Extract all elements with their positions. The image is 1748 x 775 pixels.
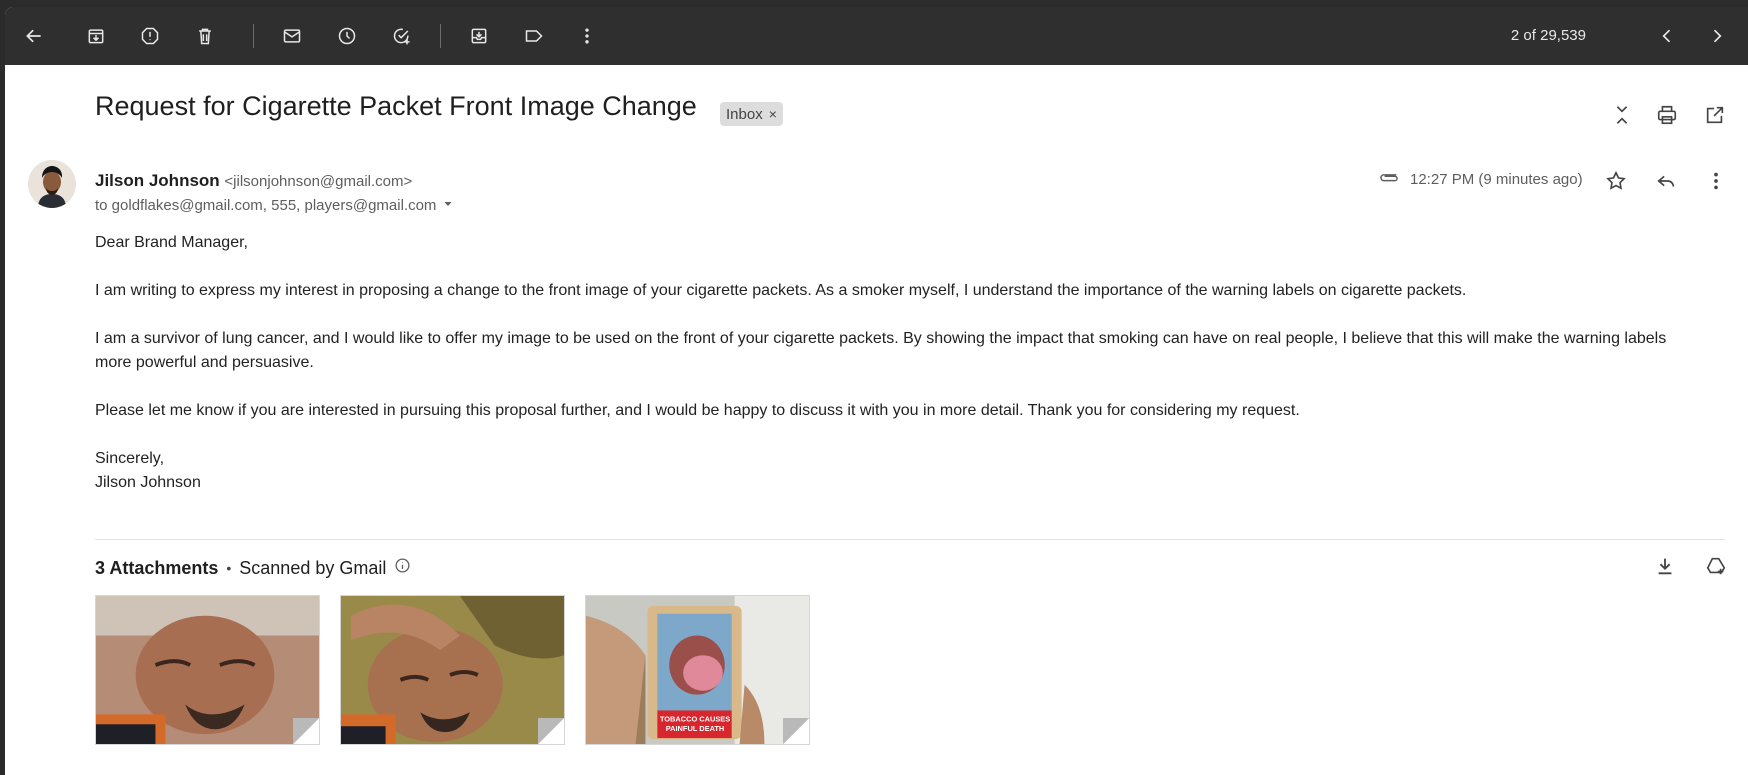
sender-line: Jilson Johnson <jilsonjohnson@gmail.com>: [95, 171, 412, 191]
move-to-icon[interactable]: [462, 19, 496, 53]
add-to-drive-icon[interactable]: [1702, 552, 1730, 580]
email-body: Dear Brand Manager, I am writing to expr…: [95, 231, 1705, 495]
prev-icon[interactable]: [1650, 19, 1684, 53]
message-time: 12:27 PM (9 minutes ago): [1410, 170, 1583, 188]
message-more-icon[interactable]: [1702, 167, 1730, 195]
next-icon[interactable]: [1700, 19, 1734, 53]
attachment-thumbnail[interactable]: [340, 595, 565, 745]
more-vert-icon[interactable]: [570, 19, 604, 53]
pager-count: 2 of 29,539: [1510, 27, 1586, 44]
info-icon[interactable]: [394, 557, 411, 579]
print-icon[interactable]: [1653, 101, 1681, 129]
snooze-icon[interactable]: [330, 19, 364, 53]
add-task-icon[interactable]: [385, 19, 419, 53]
attachments-count: 3 Attachments: [95, 557, 219, 578]
open-new-window-icon[interactable]: [1701, 101, 1729, 129]
show-details-icon[interactable]: [442, 197, 454, 214]
email-view: 2 of 29,539 Request for Cigarette Packet…: [5, 7, 1748, 775]
email-subject: Request for Cigarette Packet Front Image…: [95, 91, 697, 121]
sender-name[interactable]: Jilson Johnson: [95, 171, 220, 190]
attachment-fold: [538, 718, 564, 744]
archive-icon[interactable]: [79, 19, 113, 53]
attachments-divider: [95, 539, 1725, 540]
toolbar-divider: [253, 24, 254, 48]
back-arrow-icon[interactable]: [17, 19, 51, 53]
report-spam-icon[interactable]: [133, 19, 167, 53]
attachment-thumbnail[interactable]: TOBACCO CAUSES PAINFUL DEATH: [585, 595, 810, 745]
attachment-icon: [1378, 170, 1400, 188]
attachment-thumbnail[interactable]: [95, 595, 320, 745]
sender-email: <jilsonjohnson@gmail.com>: [224, 173, 413, 190]
mark-unread-icon[interactable]: [275, 19, 309, 53]
message-time-group: 12:27 PM (9 minutes ago): [1378, 170, 1583, 188]
remove-label-icon[interactable]: ×: [769, 106, 777, 122]
delete-icon[interactable]: [188, 19, 222, 53]
body-signature: Jilson Johnson: [95, 474, 201, 491]
avatar[interactable]: [28, 160, 76, 208]
attachments-header: 3 Attachments • Scanned by Gmail: [95, 557, 411, 579]
attachments-separator: •: [226, 560, 232, 576]
pack-warning-line1: TOBACCO CAUSES: [660, 714, 730, 723]
label-chip-text: Inbox: [726, 105, 763, 123]
toolbar-divider: [440, 24, 441, 48]
star-icon[interactable]: [1602, 167, 1630, 195]
download-all-icon[interactable]: [1651, 552, 1679, 580]
label-icon[interactable]: [517, 19, 551, 53]
body-paragraph: I am a survivor of lung cancer, and I wo…: [95, 330, 1667, 371]
label-chip-inbox[interactable]: Inbox ×: [720, 102, 783, 126]
scanned-label: Scanned by Gmail: [239, 557, 387, 578]
collapse-all-icon[interactable]: [1608, 101, 1636, 129]
toolbar: 2 of 29,539: [5, 7, 1748, 65]
body-paragraph: Please let me know if you are interested…: [95, 402, 1300, 419]
attachment-fold: [293, 718, 319, 744]
recipients-line: to goldflakes@gmail.com, 555, players@gm…: [95, 197, 454, 214]
recipients-text: to goldflakes@gmail.com, 555, players@gm…: [95, 197, 437, 214]
reply-icon[interactable]: [1652, 167, 1680, 195]
pack-warning-line2: PAINFUL DEATH: [666, 724, 725, 733]
body-paragraph: I am writing to express my interest in p…: [95, 282, 1467, 299]
body-signoff: Sincerely,: [95, 450, 165, 467]
attachment-fold: [783, 718, 809, 744]
body-greeting: Dear Brand Manager,: [95, 234, 248, 251]
